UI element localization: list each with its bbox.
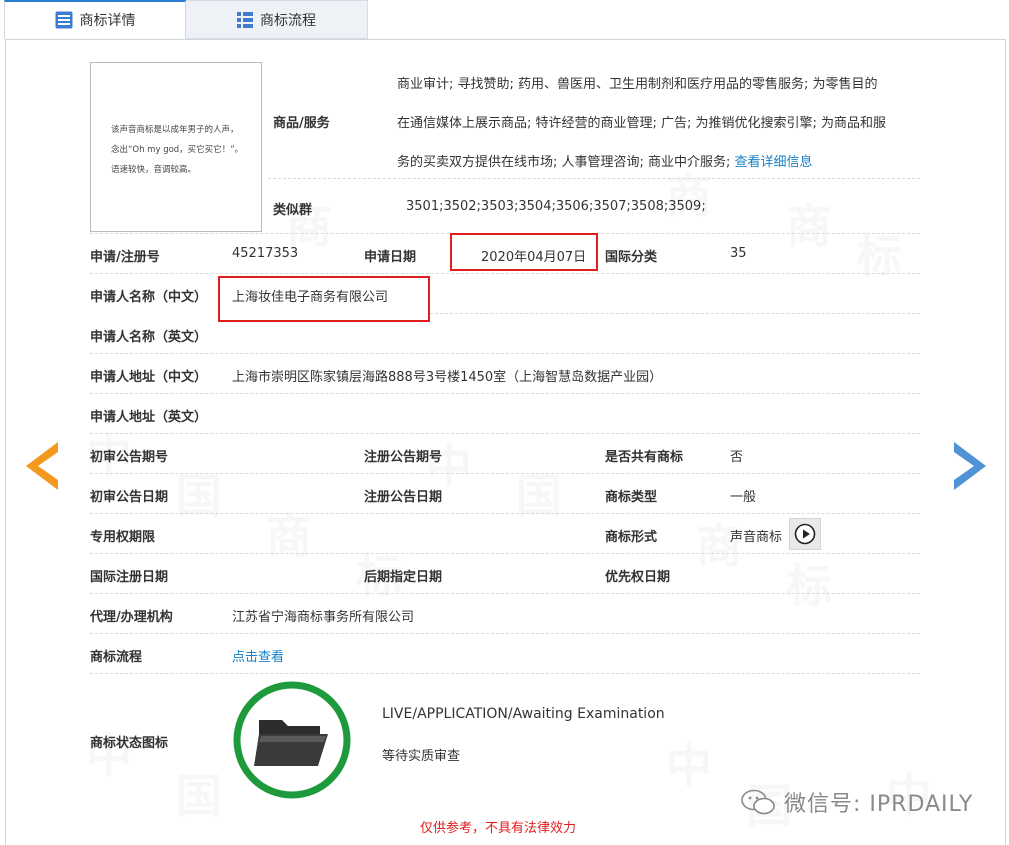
tab-trademark-details[interactable]: 商标详情 — [4, 0, 186, 39]
prelim-date-label: 初审公告日期 — [90, 490, 169, 505]
status-en: LIVE/APPLICATION/Awaiting Examination — [382, 706, 665, 722]
disclaimer-text: 仅供参考，不具有法律效力 — [420, 821, 577, 836]
status-cn: 等待实质审查 — [382, 749, 461, 764]
bg-watermark: 标 — [786, 559, 832, 613]
wechat-watermark: 微信号: IPRDAILY — [740, 786, 973, 818]
goods-line-text: 务的买卖双方提供在线市场; 人事管理咨询; 商业中介服务; — [397, 155, 735, 170]
divider — [268, 178, 920, 179]
intl-class-value: 35 — [730, 246, 747, 261]
wechat-id-text: 微信号: IPRDAILY — [784, 792, 974, 817]
wechat-icon — [741, 789, 775, 815]
thumb-line: 念出“Oh my god，买它买它！”。 — [111, 145, 244, 155]
status-folder-icon — [233, 681, 351, 799]
list-detail-icon — [55, 11, 72, 29]
divider — [90, 273, 920, 274]
applicant-en-label: 申请人名称（英文） — [90, 330, 208, 345]
address-en-label: 申请人地址（英文） — [90, 410, 208, 425]
trademark-image-text: 该声音商标是以成年男子的人声， 念出“Oh my god，买它买它！”。 语速较… — [111, 120, 256, 180]
play-icon — [794, 523, 816, 545]
prelim-issue-label: 初审公告期号 — [90, 450, 169, 465]
mark-form-value: 声音商标 — [730, 530, 783, 545]
intl-reg-date-label: 国际注册日期 — [90, 570, 169, 585]
goods-services-label: 商品/服务 — [273, 116, 330, 131]
reg-no-value: 45217353 — [232, 246, 299, 261]
goods-line: 在通信媒体上展示商品; 特许经营的商业管理; 广告; 为推销优化搜索引擎; 为商… — [397, 116, 887, 131]
divider — [90, 353, 920, 354]
highlight-box-date — [450, 233, 598, 271]
reg-date-label: 注册公告日期 — [364, 490, 443, 505]
agent-value: 江苏省宁海商标事务所有限公司 — [232, 610, 415, 625]
mark-type-label: 商标类型 — [605, 490, 658, 505]
bg-watermark: 商 — [786, 199, 832, 253]
similar-group-value: 3501;3502;3503;3504;3506;3507;3508;3509; — [406, 199, 706, 214]
divider — [90, 593, 920, 594]
divider — [90, 553, 920, 554]
similar-group-label: 类似群 — [273, 203, 313, 218]
address-cn-label: 申请人地址（中文） — [90, 370, 208, 385]
applicant-cn-label: 申请人名称（中文） — [90, 290, 208, 305]
divider — [430, 313, 920, 314]
highlight-box-applicant — [218, 276, 430, 322]
tab-bar: 商标详情 商标流程 — [0, 0, 1009, 40]
intl-class-label: 国际分类 — [605, 250, 658, 265]
agent-label: 代理/办理机构 — [90, 610, 173, 625]
bg-watermark: 国 — [516, 469, 562, 523]
thumb-line: 该声音商标是以成年男子的人声， — [111, 125, 239, 135]
reg-issue-label: 注册公告期号 — [364, 450, 443, 465]
play-sound-button[interactable] — [789, 518, 821, 550]
view-details-link[interactable]: 查看详细信息 — [735, 155, 813, 170]
trademark-image: 该声音商标是以成年男子的人声， 念出“Oh my god，买它买它！”。 语速较… — [90, 62, 262, 232]
status-icon-label: 商标状态图标 — [90, 736, 169, 751]
bg-watermark: 标 — [856, 229, 902, 283]
thumb-line: 语速较快，音调较高。 — [111, 165, 197, 175]
bg-watermark: 国 — [176, 469, 222, 523]
divider — [90, 673, 920, 674]
next-arrow-icon[interactable] — [952, 440, 988, 492]
bg-watermark: 中 — [666, 739, 712, 793]
reg-no-label: 申请/注册号 — [90, 250, 160, 265]
bg-watermark: 中 — [86, 729, 132, 783]
tab-label: 商标详情 — [79, 13, 136, 29]
flow-label: 商标流程 — [90, 650, 143, 665]
bg-watermark: 国 — [176, 769, 222, 823]
divider — [90, 393, 920, 394]
priority-date-label: 优先权日期 — [605, 570, 671, 585]
tab-label: 商标流程 — [260, 12, 316, 29]
shared-mark-label: 是否共有商标 — [605, 450, 684, 465]
later-designation-label: 后期指定日期 — [364, 570, 443, 585]
exclusive-period-label: 专用权期限 — [90, 530, 156, 545]
goods-line: 务的买卖双方提供在线市场; 人事管理咨询; 商业中介服务; 查看详细信息 — [397, 151, 813, 170]
tab-trademark-flow[interactable]: 商标流程 — [186, 0, 368, 39]
divider — [90, 473, 920, 474]
flow-view-link[interactable]: 点击查看 — [232, 646, 284, 665]
goods-line: 商业审计; 寻找赞助; 药用、兽医用、卫生用制剂和医疗用品的零售服务; 为零售目… — [397, 77, 878, 92]
shared-mark-value: 否 — [730, 450, 744, 465]
mark-type-value: 一般 — [730, 490, 757, 505]
divider — [90, 433, 920, 434]
grid-list-icon — [237, 11, 253, 28]
bg-watermark: 商 — [266, 509, 312, 563]
mark-form-label: 商标形式 — [605, 530, 658, 545]
divider — [90, 513, 920, 514]
address-cn-value: 上海市崇明区陈家镇层海路888号3号楼1450室（上海智慧岛数据产业园） — [232, 370, 663, 385]
previous-arrow-icon[interactable] — [24, 440, 60, 492]
divider — [90, 633, 920, 634]
app-date-label: 申请日期 — [364, 250, 417, 265]
